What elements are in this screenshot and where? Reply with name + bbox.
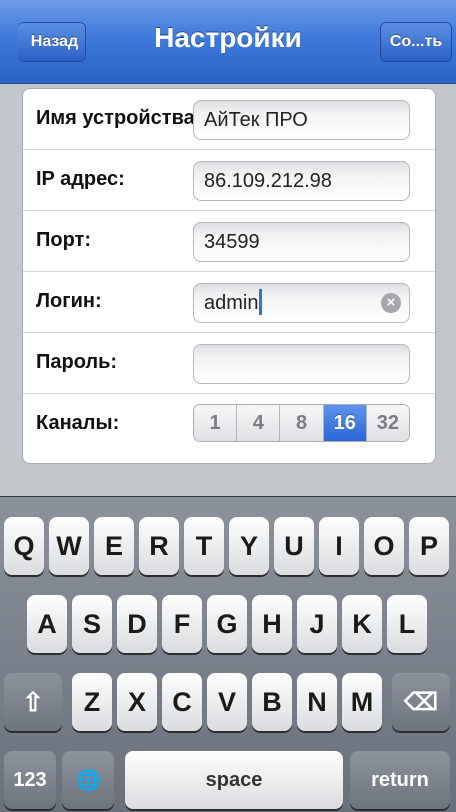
login-row: Логин: admin × (23, 272, 435, 333)
key-j[interactable]: J (297, 595, 337, 653)
key-x[interactable]: X (117, 673, 157, 731)
channel-segment-8[interactable]: 8 (280, 405, 324, 441)
settings-card: Имя устройства АйТек ПРО IP адрес: 86.10… (22, 88, 436, 464)
backspace-key[interactable]: ⌫ (392, 673, 450, 731)
channel-segment-32[interactable]: 32 (366, 405, 409, 441)
password-field[interactable] (193, 344, 410, 384)
device-name-field[interactable]: АйТек ПРО (193, 100, 410, 140)
key-n[interactable]: N (297, 673, 337, 731)
channels-segmented-control: 1 4 8 16 32 (193, 404, 410, 442)
key-f[interactable]: F (162, 595, 202, 653)
key-c[interactable]: C (162, 673, 202, 731)
save-button[interactable]: Со...ть (380, 22, 452, 62)
key-q[interactable]: Q (4, 517, 44, 575)
shift-key[interactable]: ⇧ (4, 673, 62, 731)
port-label: Порт: (36, 229, 91, 251)
login-field[interactable]: admin × (193, 283, 410, 323)
key-g[interactable]: G (207, 595, 247, 653)
device-name-label: Имя устройства (36, 107, 195, 129)
ip-row: IP адрес: 86.109.212.98 (23, 150, 435, 211)
channel-segment-1[interactable]: 1 (194, 405, 238, 441)
key-s[interactable]: S (72, 595, 112, 653)
channels-row: Каналы: 1 4 8 16 32 (23, 394, 435, 455)
login-value: admin (204, 292, 259, 314)
key-u[interactable]: U (274, 517, 314, 575)
settings-area: Имя устройства АйТек ПРО IP адрес: 86.10… (0, 84, 456, 496)
key-v[interactable]: V (207, 673, 247, 731)
key-y[interactable]: Y (229, 517, 269, 575)
password-row: Пароль: (23, 333, 435, 394)
key-a[interactable]: A (27, 595, 67, 653)
key-m[interactable]: M (342, 673, 382, 731)
key-b[interactable]: B (252, 673, 292, 731)
key-w[interactable]: W (49, 517, 89, 575)
save-button-label: Со...ть (389, 33, 443, 50)
channel-segment-16[interactable]: 16 (323, 405, 367, 441)
device-name-row: Имя устройства АйТек ПРО (23, 89, 435, 150)
keyboard: Q W E R T Y U I O P A S D F G H J K L ⇧ … (0, 496, 456, 812)
numbers-key[interactable]: 123 (4, 751, 56, 809)
key-k[interactable]: K (342, 595, 382, 653)
key-i[interactable]: I (319, 517, 359, 575)
channel-segment-4[interactable]: 4 (237, 405, 281, 441)
text-caret (259, 288, 263, 315)
navigation-bar: Назад Настройки Со...ть (0, 0, 456, 84)
key-p[interactable]: P (409, 517, 449, 575)
channels-label: Каналы: (36, 412, 120, 434)
port-row: Порт: 34599 (23, 211, 435, 272)
clear-icon[interactable]: × (381, 293, 401, 313)
key-t[interactable]: T (184, 517, 224, 575)
key-o[interactable]: O (364, 517, 404, 575)
password-label: Пароль: (36, 351, 118, 373)
key-e[interactable]: E (94, 517, 134, 575)
key-h[interactable]: H (252, 595, 292, 653)
port-field[interactable]: 34599 (193, 222, 410, 262)
ip-label: IP адрес: (36, 168, 125, 190)
key-l[interactable]: L (387, 595, 427, 653)
return-key[interactable]: return (350, 751, 450, 809)
space-key[interactable]: space (125, 751, 343, 809)
globe-key[interactable]: 🌐 (62, 751, 114, 809)
key-r[interactable]: R (139, 517, 179, 575)
login-label: Логин: (36, 290, 102, 312)
globe-icon: 🌐 (75, 769, 101, 792)
key-z[interactable]: Z (72, 673, 112, 731)
key-d[interactable]: D (117, 595, 157, 653)
ip-field[interactable]: 86.109.212.98 (193, 161, 410, 201)
